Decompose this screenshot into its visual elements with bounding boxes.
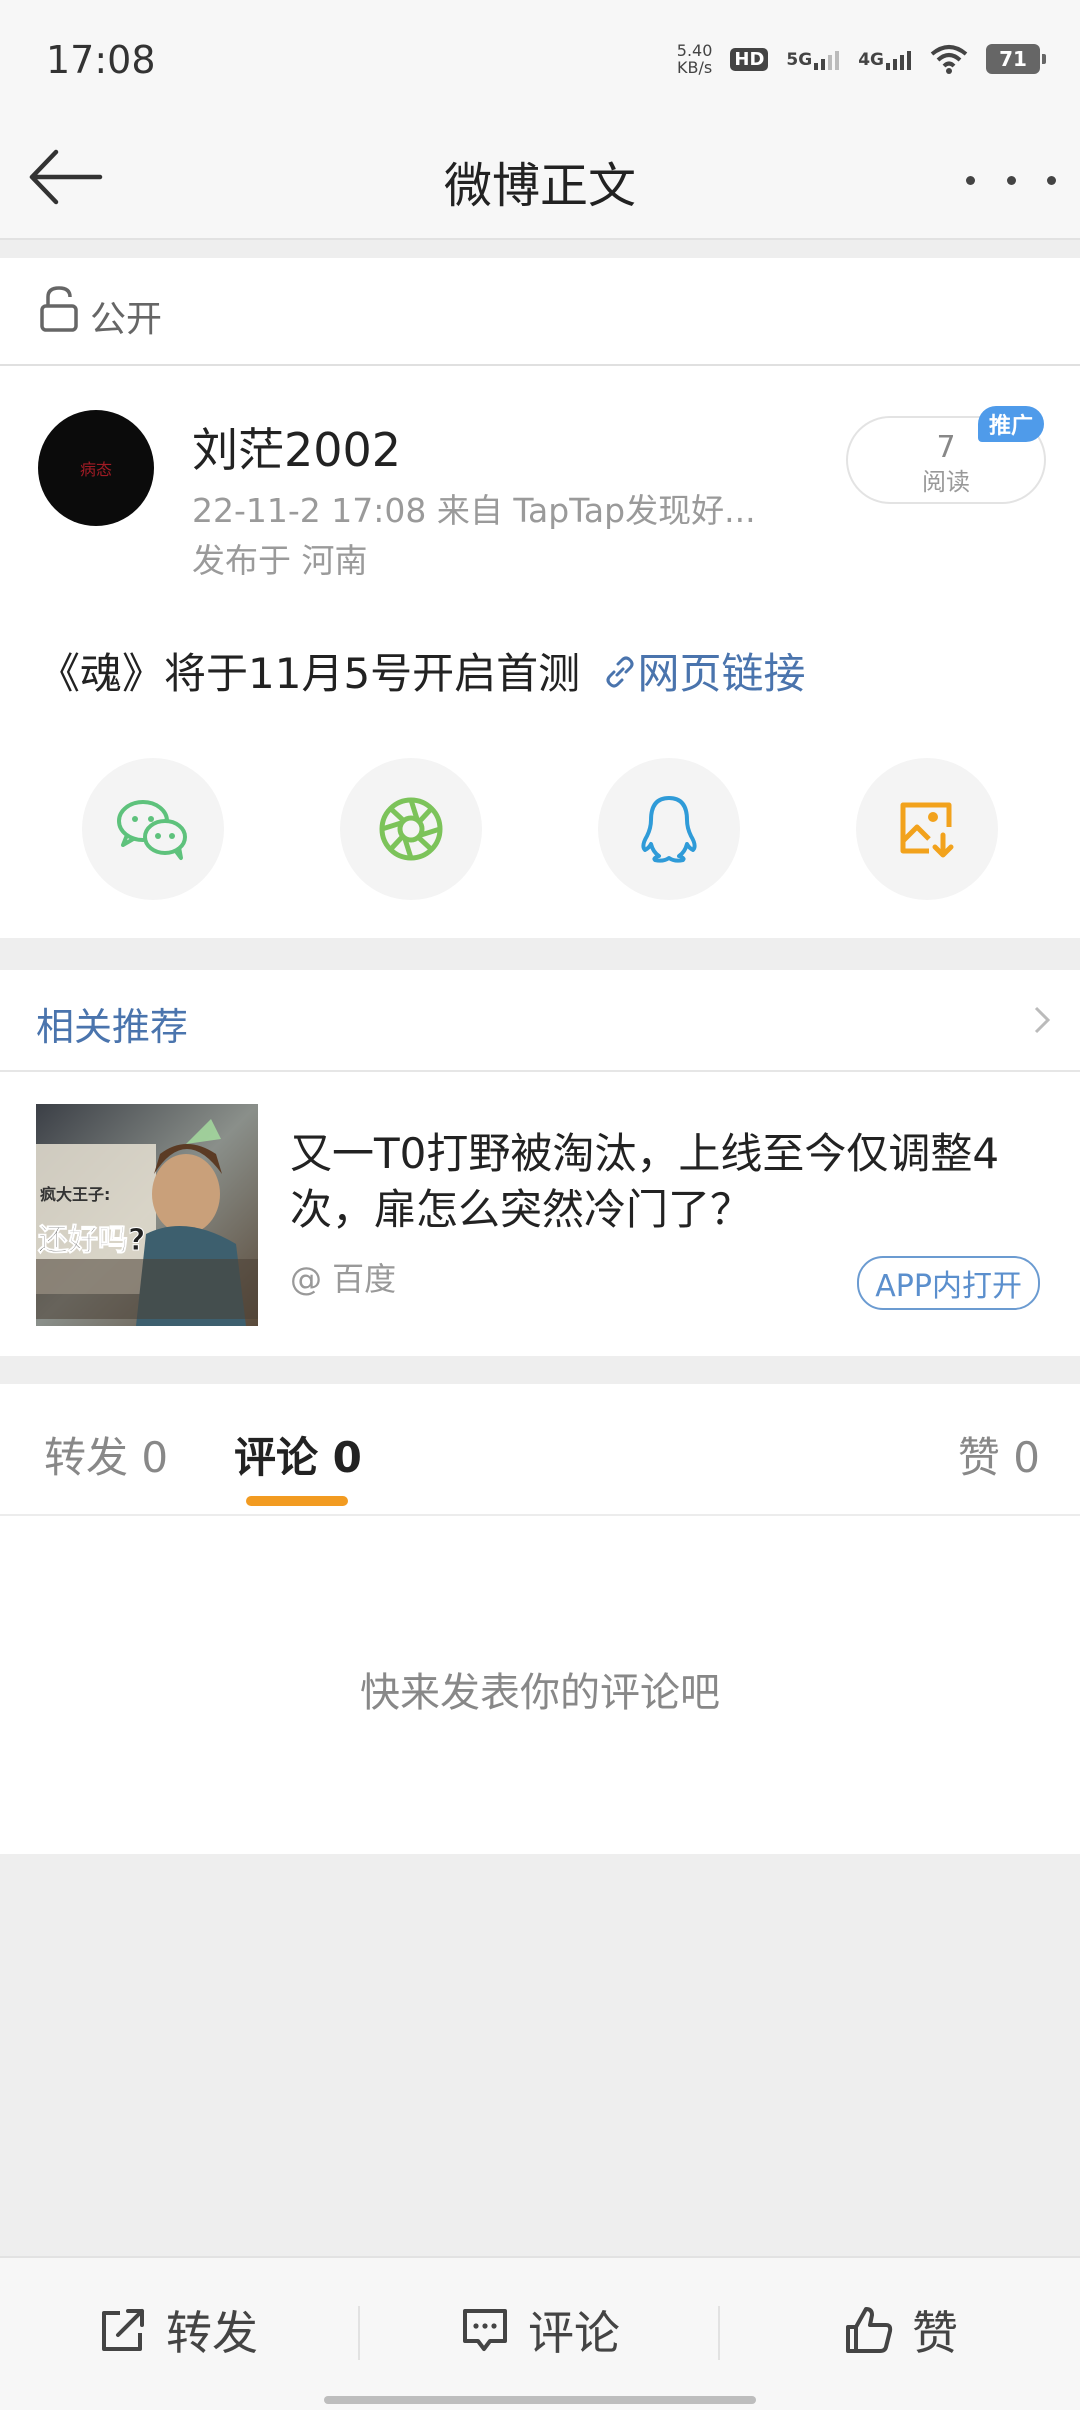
share-wechat-button[interactable] — [82, 758, 224, 900]
share-qq-button[interactable] — [598, 758, 740, 900]
share-moments-button[interactable] — [340, 758, 482, 900]
article-thumbnail-image: 疯大王子: 还好吗? — [36, 1104, 258, 1326]
post-text: 《魂》将于11月5号开启首测 网页链接 — [38, 640, 806, 701]
related-header[interactable]: 相关推荐 — [0, 970, 1080, 1072]
article-title[interactable]: 又一T0打野被淘汰，上线至今仅调整4次，扉怎么突然冷门了？ — [290, 1126, 1050, 1238]
article-thumbnail[interactable]: 疯大王子: 还好吗? — [36, 1104, 258, 1326]
unlock-icon — [40, 286, 78, 332]
read-label: 阅读 — [922, 468, 970, 496]
post-body: 《魂》将于11月5号开启首测 — [38, 649, 581, 698]
web-link-label: 网页链接 — [637, 649, 806, 698]
open-in-app-button[interactable]: APP内打开 — [857, 1256, 1040, 1310]
status-time: 17:08 — [46, 38, 156, 82]
post-meta: 22-11-2 17:08 来自 TapTap发现好... — [192, 491, 756, 530]
divider — [718, 2306, 720, 2360]
tabs-bar: 转发 0 评论 0 赞 0 — [0, 1384, 1080, 1516]
visibility-label: 公开 — [90, 299, 163, 340]
web-link[interactable]: 网页链接 — [594, 649, 806, 698]
related-title: 相关推荐 — [36, 1005, 189, 1049]
visibility-bar[interactable]: 公开 — [0, 258, 1080, 366]
hd-icon: HD — [730, 47, 769, 71]
moments-icon — [379, 797, 443, 861]
save-image-icon — [900, 802, 954, 858]
post-location: 发布于 河南 — [192, 541, 368, 580]
avatar-text: 病态 — [79, 460, 112, 479]
active-tab-indicator — [246, 1496, 348, 1506]
like-label: 赞 — [912, 2306, 958, 2360]
comment-icon — [463, 2309, 507, 2351]
post-card: 病态 刘茫2002 22-11-2 17:08 来自 TapTap发现好... … — [0, 366, 1080, 938]
qq-icon — [641, 796, 697, 863]
tab-comment[interactable]: 评论 0 — [234, 1424, 362, 1485]
status-icons: 5.40 KB/s HD 5G 4G 71 — [676, 41, 1046, 77]
tab-repost[interactable]: 转发 0 — [44, 1424, 168, 1485]
dot — [1006, 175, 1016, 185]
dot — [966, 175, 975, 185]
thumb-text-top: 疯大王子: — [40, 1185, 110, 1204]
repost-label: 转发 — [166, 2306, 258, 2360]
article-source: @ 百度 — [290, 1260, 397, 1298]
dot — [1047, 175, 1056, 185]
signal-4g-icon: 4G — [858, 48, 912, 70]
signal-5g-icon: 5G — [786, 48, 840, 70]
more-options-button[interactable] — [966, 150, 1056, 210]
wechat-icon — [117, 800, 187, 860]
related-section: 相关推荐 疯大王子: 还好吗? 又一T0打野被淘汰，上线至今仅调整4次，扉怎么突… — [0, 970, 1080, 1356]
comment-button[interactable]: 评论 — [460, 2300, 620, 2360]
author-name[interactable]: 刘茫2002 — [192, 414, 401, 480]
tab-like[interactable]: 赞 0 — [958, 1424, 1040, 1485]
thumb-text-main: 还好吗? — [38, 1223, 145, 1258]
save-image-button[interactable] — [856, 758, 998, 900]
status-bar: 17:08 5.40 KB/s HD 5G 4G 71 — [0, 0, 1080, 120]
wifi-icon — [930, 45, 968, 74]
chevron-right-icon — [1034, 1006, 1051, 1034]
avatar[interactable]: 病态 — [38, 410, 154, 526]
network-speed: 5.40 KB/s — [676, 41, 713, 77]
home-indicator[interactable] — [324, 2396, 756, 2404]
comment-label: 评论 — [528, 2306, 620, 2360]
like-button[interactable]: 赞 — [844, 2300, 958, 2360]
divider — [358, 2306, 360, 2360]
comments-area: 快来发表你的评论吧 — [0, 1516, 1080, 1854]
repost-button[interactable]: 转发 — [98, 2300, 258, 2360]
battery-icon: 71 — [986, 44, 1046, 74]
repost-icon — [102, 2309, 144, 2351]
page-title: 微博正文 — [443, 158, 636, 214]
bottom-action-bar: 转发 评论 赞 — [0, 2256, 1080, 2410]
promote-badge[interactable]: 推广 — [978, 406, 1044, 442]
empty-comments-text: 快来发表你的评论吧 — [360, 1670, 720, 1716]
nav-bar: 微博正文 — [0, 120, 1080, 240]
thumbs-up-icon — [846, 2307, 893, 2353]
link-icon — [606, 656, 634, 688]
